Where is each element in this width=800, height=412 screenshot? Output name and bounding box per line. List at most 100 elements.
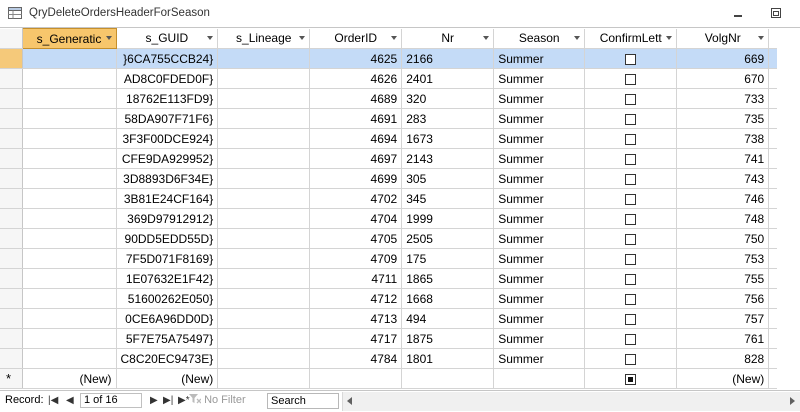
column-header[interactable]: Nr <box>401 28 495 49</box>
column-header[interactable]: s_Generatic <box>21 28 117 49</box>
table-row[interactable]: 3F3F00DCE924} 4694 1673 Summer 738 <box>0 128 778 149</box>
table-row[interactable]: CFE9DA929952} 4697 2143 Summer 741 <box>0 148 778 169</box>
row-selector[interactable] <box>0 348 23 369</box>
cell-volgnr[interactable]: 748 <box>676 208 770 229</box>
row-selector[interactable] <box>0 228 23 249</box>
cell-generation[interactable] <box>22 328 117 349</box>
cell-season[interactable]: Summer <box>493 128 586 149</box>
cell-generation[interactable] <box>22 88 117 109</box>
row-selector[interactable] <box>0 268 23 289</box>
cell-volgnr[interactable]: 756 <box>676 288 770 309</box>
cell-volgnr[interactable]: 750 <box>676 228 770 249</box>
cell-generation[interactable] <box>22 68 117 89</box>
cell-confirm-letter[interactable] <box>584 108 678 129</box>
confirm-checkbox-default[interactable] <box>625 373 637 385</box>
cell-generation[interactable] <box>22 228 117 249</box>
cell-lineage[interactable] <box>217 108 311 129</box>
cell-nr[interactable]: 345 <box>401 188 495 209</box>
cell-lineage[interactable] <box>217 288 311 309</box>
confirm-checkbox[interactable] <box>625 213 637 225</box>
cell-generation[interactable] <box>22 248 117 269</box>
cell-generation[interactable] <box>22 48 117 69</box>
cell-guid[interactable]: 369D97912912} <box>116 208 219 229</box>
cell-guid[interactable]: 18762E113FD9} <box>116 88 219 109</box>
new-cell-volgnr[interactable]: (New) <box>676 368 770 389</box>
cell-confirm-letter[interactable] <box>584 308 678 329</box>
cell-confirm-letter[interactable] <box>584 228 678 249</box>
cell-volgnr[interactable]: 735 <box>676 108 770 129</box>
first-record-icon[interactable]: |◀ <box>48 395 58 406</box>
confirm-checkbox[interactable] <box>625 253 637 265</box>
cell-generation[interactable] <box>22 188 117 209</box>
cell-confirm-letter[interactable] <box>584 348 678 369</box>
cell-confirm-letter[interactable] <box>584 148 678 169</box>
cell-nr[interactable]: 2166 <box>401 48 495 69</box>
cell-lineage[interactable] <box>217 128 311 149</box>
confirm-checkbox[interactable] <box>625 53 637 65</box>
cell-season[interactable]: Summer <box>493 168 586 189</box>
cell-confirm-letter[interactable] <box>584 68 678 89</box>
row-selector[interactable] <box>0 48 23 69</box>
cell-volgnr[interactable]: 828 <box>676 348 770 369</box>
cell-lineage[interactable] <box>217 308 311 329</box>
confirm-checkbox[interactable] <box>625 233 637 245</box>
cell-season[interactable]: Summer <box>493 328 586 349</box>
last-record-icon[interactable]: ▶| <box>163 395 173 406</box>
cell-guid[interactable]: }6CA755CCB24} <box>116 48 219 69</box>
cell-guid[interactable]: 3B81E24CF164} <box>116 188 219 209</box>
table-row[interactable]: 7F5D071F8169} 4709 175 Summer 753 <box>0 248 778 269</box>
cell-guid[interactable]: CFE9DA929952} <box>116 148 219 169</box>
cell-season[interactable]: Summer <box>493 188 586 209</box>
cell-generation[interactable] <box>22 288 117 309</box>
cell-guid[interactable]: 7F5D071F8169} <box>116 248 219 269</box>
confirm-checkbox[interactable] <box>625 93 637 105</box>
confirm-checkbox[interactable] <box>625 273 637 285</box>
cell-order-id[interactable]: 4697 <box>309 148 403 169</box>
row-selector[interactable] <box>0 148 23 169</box>
minimize-icon[interactable] <box>728 5 748 21</box>
previous-record-icon[interactable]: ◀ <box>66 395 74 406</box>
cell-nr[interactable]: 2401 <box>401 68 495 89</box>
cell-nr[interactable]: 1673 <box>401 128 495 149</box>
cell-season[interactable]: Summer <box>493 248 586 269</box>
cell-order-id[interactable]: 4702 <box>309 188 403 209</box>
column-header[interactable]: VolgNr <box>676 28 770 49</box>
cell-generation[interactable] <box>22 308 117 329</box>
column-header[interactable]: s_Lineage <box>217 28 311 49</box>
new-cell-nr[interactable] <box>401 368 495 389</box>
chevron-down-icon[interactable] <box>483 35 490 40</box>
row-selector[interactable] <box>0 108 23 129</box>
table-row[interactable]: }6CA755CCB24} 4625 2166 Summer 669 <box>0 48 778 69</box>
table-row[interactable]: 5F7E75A75497} 4717 1875 Summer 761 <box>0 328 778 349</box>
cell-season[interactable]: Summer <box>493 108 586 129</box>
restore-icon[interactable] <box>766 5 786 21</box>
cell-season[interactable]: Summer <box>493 308 586 329</box>
table-row[interactable]: 0CE6A96DD0D} 4713 494 Summer 757 <box>0 308 778 329</box>
cell-nr[interactable]: 283 <box>401 108 495 129</box>
cell-order-id[interactable]: 4704 <box>309 208 403 229</box>
cell-order-id[interactable]: 4711 <box>309 268 403 289</box>
cell-confirm-letter[interactable] <box>584 328 678 349</box>
cell-nr[interactable]: 305 <box>401 168 495 189</box>
cell-generation[interactable] <box>22 348 117 369</box>
column-header[interactable]: OrderID <box>309 28 403 49</box>
cell-lineage[interactable] <box>217 348 311 369</box>
cell-volgnr[interactable]: 669 <box>676 48 770 69</box>
cell-lineage[interactable] <box>217 68 311 89</box>
chevron-down-icon[interactable] <box>391 35 398 40</box>
cell-confirm-letter[interactable] <box>584 268 678 289</box>
cell-guid[interactable]: 0CE6A96DD0D} <box>116 308 219 329</box>
confirm-checkbox[interactable] <box>625 353 637 365</box>
scroll-right-icon[interactable] <box>790 397 795 405</box>
cell-confirm-letter[interactable] <box>584 208 678 229</box>
cell-guid[interactable]: 51600262E050} <box>116 288 219 309</box>
cell-generation[interactable] <box>22 108 117 129</box>
cell-confirm-letter[interactable] <box>584 188 678 209</box>
new-cell-order-id[interactable] <box>309 368 403 389</box>
cell-lineage[interactable] <box>217 228 311 249</box>
cell-confirm-letter[interactable] <box>584 48 678 69</box>
row-selector[interactable] <box>0 308 23 329</box>
cell-season[interactable]: Summer <box>493 348 586 369</box>
cell-season[interactable]: Summer <box>493 228 586 249</box>
cell-generation[interactable] <box>22 128 117 149</box>
